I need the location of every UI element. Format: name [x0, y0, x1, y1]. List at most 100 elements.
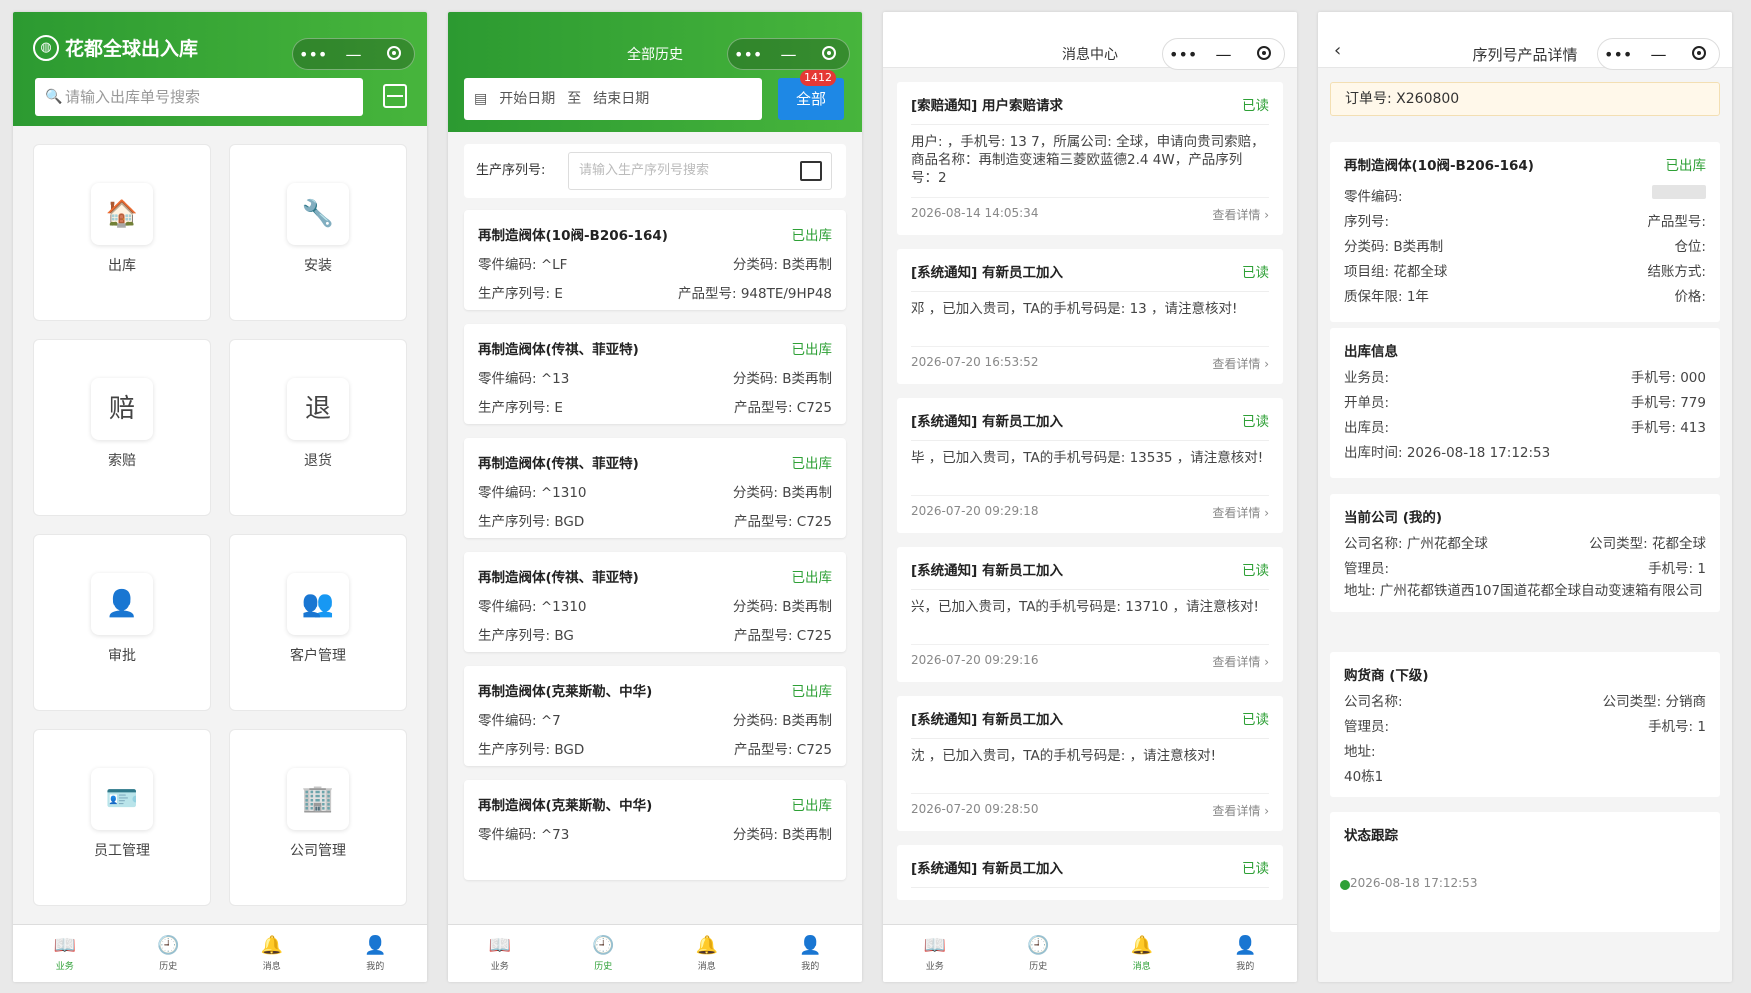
mini-program-capsule[interactable]: ••• — [1162, 38, 1285, 70]
mini-program-capsule[interactable]: ••• — [1597, 38, 1720, 70]
tab-business[interactable]: 📖 业务 [13, 925, 117, 982]
message-card[interactable]: [索赔通知] 用户索赔请求 已读 用户: ，手机号: 13 7，所属公司: 全球，申… [897, 82, 1283, 235]
address: 地址: [1344, 744, 1376, 760]
bell-icon: 🔔 [695, 935, 719, 956]
message-title: [系统通知] 有新员工加入 [911, 708, 1269, 739]
date-separator: 至 [567, 91, 582, 107]
price: 价格: [1674, 289, 1706, 305]
list-item[interactable]: 再制造阀体(10阀-B206-164) 已出库 零件编码: ^LF 分类码: B类再制… [464, 210, 846, 310]
class-code: 分类码: B类再制 [732, 599, 832, 615]
minimize-icon[interactable]: — [1640, 45, 1676, 64]
message-card[interactable]: [系统通知] 有新员工加入 已读毕 ，已加入贵司，TA的手机号码是: 13535 … [897, 398, 1283, 533]
serial-input[interactable]: 请输入生产序列号搜索 [568, 152, 832, 190]
scan-icon[interactable] [800, 161, 822, 181]
tracking-card: 状态跟踪 [1330, 812, 1720, 932]
read-badge: 已读 [1242, 563, 1269, 579]
phone-tail: 000 [1680, 370, 1706, 386]
model-number: 产品型号: C725 [733, 514, 832, 530]
class-code: 分类码: B类再制 [732, 257, 832, 273]
start-date[interactable]: 开始日期 [499, 78, 555, 120]
search-input[interactable]: 🔍 请输入出库单号搜索 [35, 78, 363, 116]
list-item[interactable]: 再制造阀体(传祺、菲亚特) 已出库 零件编码: ^1310 分类码: B类再制 生产序列… [464, 438, 846, 538]
message-card[interactable]: [系统通知] 有新员工加入 已读 [897, 845, 1283, 900]
tab-messages[interactable]: 🔔 消息 [220, 925, 324, 982]
tile-outbound[interactable]: 🏠 出库 [33, 144, 211, 321]
tile-label: 公司管理 [290, 843, 346, 859]
close-icon[interactable] [811, 45, 847, 64]
project-group: 项目组: 花都全球 [1344, 264, 1448, 280]
tab-label: 消息 [1132, 962, 1151, 972]
product-card: 再制造阀体(10阀-B206-164) 已出库 零件编码: 序列号: 产品型号: 分… [1330, 142, 1720, 322]
tab-business[interactable]: 📖 业务 [883, 925, 987, 982]
tab-history[interactable]: 🕘 历史 [552, 925, 656, 982]
serial-number: 生产序列号: E [478, 400, 563, 416]
message-title: [系统通知] 有新员工加入 [911, 410, 1269, 441]
detail-link[interactable]: 查看详情 › [1212, 802, 1269, 819]
detail-link[interactable]: 查看详情 › [1212, 355, 1269, 372]
message-card[interactable]: [系统通知] 有新员工加入 已读沈 ，已加入贵司，TA的手机号码是: ，请注意核对… [897, 696, 1283, 831]
clock-icon: 🕘 [1027, 935, 1050, 956]
tab-messages[interactable]: 🔔 消息 [1090, 925, 1194, 982]
tab-messages[interactable]: 🔔 消息 [655, 925, 759, 982]
tile-return[interactable]: 退退货 [229, 339, 407, 516]
status-badge: 已出库 [791, 228, 833, 244]
detail-link[interactable]: 查看详情 › [1212, 504, 1269, 521]
tab-mine[interactable]: 👤 我的 [1194, 925, 1298, 982]
tile-approval[interactable]: 👤 审批 [33, 534, 211, 711]
address-line2: 40栋1 [1344, 769, 1384, 785]
read-badge: 已读 [1242, 98, 1269, 114]
book-icon: 📖 [53, 935, 77, 956]
tab-mine[interactable]: 👤 我的 [759, 925, 863, 982]
more-icon[interactable]: ••• [1600, 45, 1636, 64]
message-list: [索赔通知] 用户索赔请求 已读 用户: ，手机号: 13 7，所属公司: 全球，申… [897, 82, 1283, 914]
building-icon: 🏢 [287, 768, 349, 830]
order-number: 订单号: X260800 [1330, 82, 1720, 116]
list-item[interactable]: 再制造阀体(克莱斯勒、中华) 已出库 零件编码: ^73 分类码: B类再制 [464, 780, 846, 880]
tile-label: 退货 [304, 453, 332, 469]
serial-number: 生产序列号: BGD [478, 514, 585, 530]
tile-claim[interactable]: 赔索赔 [33, 339, 211, 516]
list-item[interactable]: 再制造阀体(传祺、菲亚特) 已出库 零件编码: ^1310 分类码: B类再制 生产序列… [464, 552, 846, 652]
minimize-icon[interactable]: — [1205, 45, 1241, 64]
section-heading: 购货商 (下级) [1344, 668, 1429, 684]
mini-program-capsule[interactable]: ••• — [727, 38, 850, 70]
tile-customers[interactable]: 👥 客户管理 [229, 534, 407, 711]
serial-search: 生产序列号: 请输入生产序列号搜索 [464, 144, 846, 198]
minimize-icon[interactable]: — [770, 45, 806, 64]
item-name: 再制造阀体(传祺、菲亚特) [478, 570, 639, 586]
list-item[interactable]: 再制造阀体(传祺、菲亚特) 已出库 零件编码: ^13 分类码: B类再制 生产序列号:… [464, 324, 846, 424]
tab-history[interactable]: 🕘 历史 [117, 925, 221, 982]
bin-location: 仓位: [1674, 239, 1706, 255]
close-icon[interactable] [1246, 45, 1282, 64]
tile-install[interactable]: 🔧 安装 [229, 144, 407, 321]
item-name: 再制造阀体(传祺、菲亚特) [478, 342, 639, 358]
end-date[interactable]: 结束日期 [593, 78, 649, 120]
date-range-picker[interactable]: ▤ 开始日期至结束日期 [464, 78, 762, 120]
detail-link[interactable]: 查看详情 › [1212, 206, 1269, 223]
tab-history[interactable]: 🕘 历史 [987, 925, 1091, 982]
more-icon[interactable]: ••• [295, 45, 331, 64]
tile-employees[interactable]: 🪪 员工管理 [33, 729, 211, 906]
tab-bar: 📖 业务 🕘 历史 🔔 消息 👤 我的 [883, 924, 1297, 982]
timeline-entry: 2026-08-18 17:12:53 [1340, 876, 1478, 890]
timeline-time: 2026-08-18 17:12:53 [1350, 876, 1478, 890]
tile-label: 索赔 [108, 453, 136, 469]
list-item[interactable]: 再制造阀体(克莱斯勒、中华) 已出库 零件编码: ^7 分类码: B类再制 生产序列号:… [464, 666, 846, 766]
more-icon[interactable]: ••• [1165, 45, 1201, 64]
minimize-icon[interactable]: — [335, 45, 371, 64]
mini-program-capsule[interactable]: ••• — [292, 38, 415, 70]
message-card[interactable]: [系统通知] 有新员工加入 已读邓 ，已加入贵司，TA的手机号码是: 13 ，请注… [897, 249, 1283, 384]
model-number: 产品型号: C725 [733, 400, 832, 416]
detail-link[interactable]: 查看详情 › [1212, 653, 1269, 670]
scan-icon[interactable] [383, 84, 407, 108]
issuer: 出库员: [1344, 420, 1390, 436]
message-card[interactable]: [系统通知] 有新员工加入 已读 兴，已加入贵司，TA的手机号码是: 13710 ，… [897, 547, 1283, 682]
tab-business[interactable]: 📖 业务 [448, 925, 552, 982]
tab-mine[interactable]: 👤 我的 [324, 925, 428, 982]
item-name: 再制造阀体(克莱斯勒、中华) [478, 798, 653, 814]
close-icon[interactable] [1681, 45, 1717, 64]
more-icon[interactable]: ••• [730, 45, 766, 64]
close-icon[interactable] [376, 45, 412, 64]
tile-companies[interactable]: 🏢 公司管理 [229, 729, 407, 906]
claim-icon: 赔 [91, 378, 153, 440]
